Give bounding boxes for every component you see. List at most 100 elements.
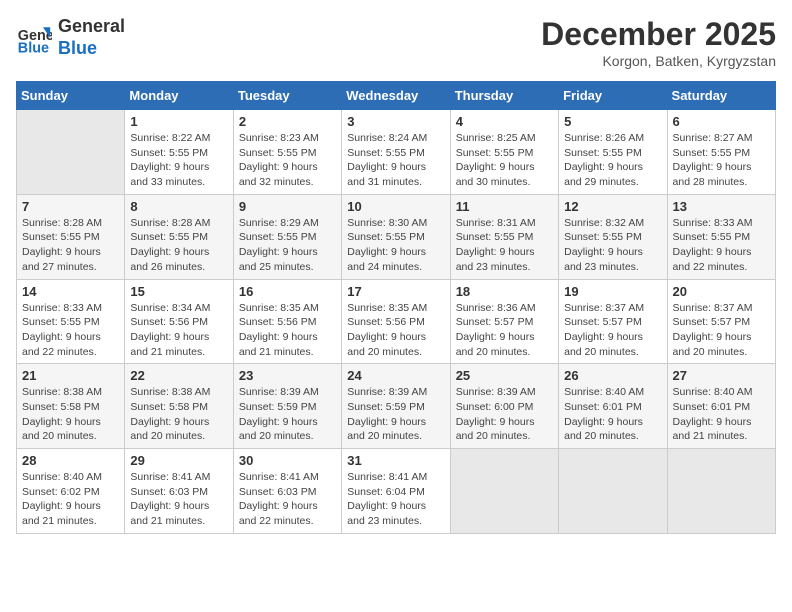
calendar-cell: 21 Sunrise: 8:38 AM Sunset: 5:58 PM Dayli… xyxy=(17,364,125,449)
day-number: 15 xyxy=(130,284,227,299)
day-info: Sunrise: 8:30 AM Sunset: 5:55 PM Dayligh… xyxy=(347,216,444,275)
logo: General Blue General Blue xyxy=(16,16,125,59)
day-info: Sunrise: 8:38 AM Sunset: 5:58 PM Dayligh… xyxy=(22,385,119,444)
calendar-cell: 8 Sunrise: 8:28 AM Sunset: 5:55 PM Daylig… xyxy=(125,194,233,279)
day-info: Sunrise: 8:36 AM Sunset: 5:57 PM Dayligh… xyxy=(456,301,553,360)
day-number: 30 xyxy=(239,453,336,468)
day-info: Sunrise: 8:33 AM Sunset: 5:55 PM Dayligh… xyxy=(22,301,119,360)
day-number: 17 xyxy=(347,284,444,299)
day-number: 26 xyxy=(564,368,661,383)
calendar-cell: 24 Sunrise: 8:39 AM Sunset: 5:59 PM Dayli… xyxy=(342,364,450,449)
day-number: 3 xyxy=(347,114,444,129)
day-number: 25 xyxy=(456,368,553,383)
calendar-cell: 14 Sunrise: 8:33 AM Sunset: 5:55 PM Dayli… xyxy=(17,279,125,364)
day-number: 21 xyxy=(22,368,119,383)
calendar-cell: 7Sunrise: 8:28 AM Sunset: 5:55 PM Daylig… xyxy=(17,194,125,279)
day-info: Sunrise: 8:27 AM Sunset: 5:55 PM Dayligh… xyxy=(673,131,770,190)
calendar-cell: 20Sunrise: 8:37 AM Sunset: 5:57 PM Dayli… xyxy=(667,279,775,364)
calendar-cell: 15 Sunrise: 8:34 AM Sunset: 5:56 PM Dayli… xyxy=(125,279,233,364)
calendar-cell xyxy=(17,110,125,195)
day-number: 2 xyxy=(239,114,336,129)
day-info: Sunrise: 8:25 AM Sunset: 5:55 PM Dayligh… xyxy=(456,131,553,190)
day-info: Sunrise: 8:23 AM Sunset: 5:55 PM Dayligh… xyxy=(239,131,336,190)
day-info: Sunrise: 8:34 AM Sunset: 5:56 PM Dayligh… xyxy=(130,301,227,360)
day-info: Sunrise: 8:22 AM Sunset: 5:55 PM Dayligh… xyxy=(130,131,227,190)
header-cell-tuesday: Tuesday xyxy=(233,82,341,110)
calendar-cell: 10 Sunrise: 8:30 AM Sunset: 5:55 PM Dayli… xyxy=(342,194,450,279)
day-number: 23 xyxy=(239,368,336,383)
header-cell-saturday: Saturday xyxy=(667,82,775,110)
day-number: 20 xyxy=(673,284,770,299)
day-number: 7 xyxy=(22,199,119,214)
day-info: Sunrise: 8:35 AM Sunset: 5:56 PM Dayligh… xyxy=(347,301,444,360)
calendar-cell: 13Sunrise: 8:33 AM Sunset: 5:55 PM Dayli… xyxy=(667,194,775,279)
calendar-cell: 30 Sunrise: 8:41 AM Sunset: 6:03 PM Dayli… xyxy=(233,449,341,534)
calendar-cell: 31 Sunrise: 8:41 AM Sunset: 6:04 PM Dayli… xyxy=(342,449,450,534)
title-block: December 2025 Korgon, Batken, Kyrgyzstan xyxy=(541,16,776,69)
day-info: Sunrise: 8:33 AM Sunset: 5:55 PM Dayligh… xyxy=(673,216,770,275)
day-info: Sunrise: 8:32 AM Sunset: 5:55 PM Dayligh… xyxy=(564,216,661,275)
day-info: Sunrise: 8:41 AM Sunset: 6:04 PM Dayligh… xyxy=(347,470,444,529)
calendar-cell xyxy=(559,449,667,534)
calendar-cell: 23 Sunrise: 8:39 AM Sunset: 5:59 PM Dayli… xyxy=(233,364,341,449)
calendar-cell: 29 Sunrise: 8:41 AM Sunset: 6:03 PM Dayli… xyxy=(125,449,233,534)
header-cell-friday: Friday xyxy=(559,82,667,110)
header-cell-thursday: Thursday xyxy=(450,82,558,110)
day-info: Sunrise: 8:39 AM Sunset: 5:59 PM Dayligh… xyxy=(347,385,444,444)
day-number: 10 xyxy=(347,199,444,214)
calendar-cell: 9Sunrise: 8:29 AM Sunset: 5:55 PM Daylig… xyxy=(233,194,341,279)
calendar-cell: 18 Sunrise: 8:36 AM Sunset: 5:57 PM Dayli… xyxy=(450,279,558,364)
svg-text:Blue: Blue xyxy=(18,40,49,56)
day-number: 4 xyxy=(456,114,553,129)
day-number: 28 xyxy=(22,453,119,468)
calendar-cell xyxy=(450,449,558,534)
calendar-cell: 4 Sunrise: 8:25 AM Sunset: 5:55 PM Daylig… xyxy=(450,110,558,195)
day-number: 9 xyxy=(239,199,336,214)
day-number: 14 xyxy=(22,284,119,299)
day-info: Sunrise: 8:39 AM Sunset: 5:59 PM Dayligh… xyxy=(239,385,336,444)
day-info: Sunrise: 8:37 AM Sunset: 5:57 PM Dayligh… xyxy=(564,301,661,360)
day-info: Sunrise: 8:24 AM Sunset: 5:55 PM Dayligh… xyxy=(347,131,444,190)
day-number: 8 xyxy=(130,199,227,214)
calendar-cell xyxy=(667,449,775,534)
day-info: Sunrise: 8:41 AM Sunset: 6:03 PM Dayligh… xyxy=(239,470,336,529)
day-info: Sunrise: 8:35 AM Sunset: 5:56 PM Dayligh… xyxy=(239,301,336,360)
day-number: 29 xyxy=(130,453,227,468)
day-number: 22 xyxy=(130,368,227,383)
day-number: 18 xyxy=(456,284,553,299)
day-info: Sunrise: 8:31 AM Sunset: 5:55 PM Dayligh… xyxy=(456,216,553,275)
calendar-cell: 28 Sunrise: 8:40 AM Sunset: 6:02 PM Dayli… xyxy=(17,449,125,534)
month-year-title: December 2025 xyxy=(541,16,776,53)
day-info: Sunrise: 8:40 AM Sunset: 6:02 PM Dayligh… xyxy=(22,470,119,529)
calendar-cell: 3 Sunrise: 8:24 AM Sunset: 5:55 PM Daylig… xyxy=(342,110,450,195)
day-number: 27 xyxy=(673,368,770,383)
logo-text-blue: Blue xyxy=(58,38,125,60)
logo-icon: General Blue xyxy=(16,20,52,56)
calendar-cell: 2 Sunrise: 8:23 AM Sunset: 5:55 PM Daylig… xyxy=(233,110,341,195)
day-info: Sunrise: 8:40 AM Sunset: 6:01 PM Dayligh… xyxy=(673,385,770,444)
calendar-cell: 5Sunrise: 8:26 AM Sunset: 5:55 PM Daylig… xyxy=(559,110,667,195)
calendar-week-row: 14 Sunrise: 8:33 AM Sunset: 5:55 PM Dayli… xyxy=(17,279,776,364)
calendar-cell: 27 Sunrise: 8:40 AM Sunset: 6:01 PM Dayli… xyxy=(667,364,775,449)
day-number: 16 xyxy=(239,284,336,299)
logo-text-general: General xyxy=(58,16,125,38)
day-info: Sunrise: 8:39 AM Sunset: 6:00 PM Dayligh… xyxy=(456,385,553,444)
day-number: 24 xyxy=(347,368,444,383)
day-number: 5 xyxy=(564,114,661,129)
day-info: Sunrise: 8:40 AM Sunset: 6:01 PM Dayligh… xyxy=(564,385,661,444)
day-info: Sunrise: 8:41 AM Sunset: 6:03 PM Dayligh… xyxy=(130,470,227,529)
day-number: 12 xyxy=(564,199,661,214)
calendar-cell: 1Sunrise: 8:22 AM Sunset: 5:55 PM Daylig… xyxy=(125,110,233,195)
day-info: Sunrise: 8:38 AM Sunset: 5:58 PM Dayligh… xyxy=(130,385,227,444)
calendar-week-row: 7 Sunrise: 8:28 AM Sunset: 5:55 PM Daylig… xyxy=(17,194,776,279)
day-number: 31 xyxy=(347,453,444,468)
calendar-cell: 25 Sunrise: 8:39 AM Sunset: 6:00 PM Dayli… xyxy=(450,364,558,449)
calendar-cell: 22 Sunrise: 8:38 AM Sunset: 5:58 PM Dayli… xyxy=(125,364,233,449)
calendar-cell: 19Sunrise: 8:37 AM Sunset: 5:57 PM Dayli… xyxy=(559,279,667,364)
location-subtitle: Korgon, Batken, Kyrgyzstan xyxy=(541,53,776,69)
day-info: Sunrise: 8:28 AM Sunset: 5:55 PM Dayligh… xyxy=(130,216,227,275)
calendar-week-row: 28 Sunrise: 8:40 AM Sunset: 6:02 PM Dayli… xyxy=(17,449,776,534)
header-cell-wednesday: Wednesday xyxy=(342,82,450,110)
calendar-cell: 12 Sunrise: 8:32 AM Sunset: 5:55 PM Dayli… xyxy=(559,194,667,279)
day-number: 6 xyxy=(673,114,770,129)
